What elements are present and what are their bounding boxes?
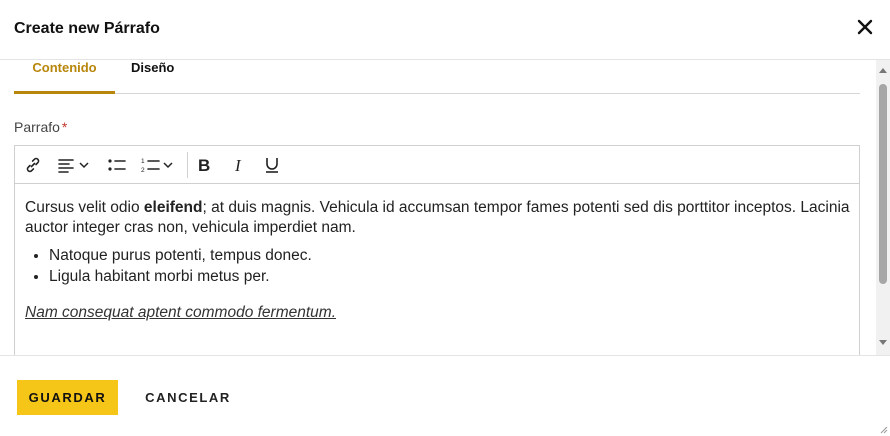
bullet-list-icon bbox=[108, 159, 126, 171]
required-mark: * bbox=[61, 119, 68, 135]
numbered-list-icon: 1 2 bbox=[141, 158, 160, 174]
field-label: Parrafo * bbox=[14, 119, 67, 135]
bold-text: eleifend bbox=[143, 199, 203, 216]
chevron-down-icon bbox=[79, 162, 89, 169]
tab-diseno-label: Diseño bbox=[131, 60, 175, 75]
cancel-button[interactable]: CANCELAR bbox=[133, 380, 243, 415]
numbered-list-dropdown[interactable]: 1 2 bbox=[141, 154, 174, 176]
dialog-header: Create new Párrafo bbox=[0, 0, 890, 60]
svg-text:1: 1 bbox=[141, 158, 145, 165]
underline-button[interactable] bbox=[264, 154, 280, 176]
svg-text:2: 2 bbox=[141, 167, 145, 174]
italic-icon: I bbox=[234, 156, 242, 174]
underline-icon bbox=[266, 158, 278, 173]
dialog: Create new Párrafo Contenido Diseño Parr… bbox=[0, 0, 890, 436]
scroll-down-icon[interactable] bbox=[879, 340, 887, 345]
scrollbar[interactable] bbox=[876, 60, 890, 355]
toolbar-divider bbox=[187, 152, 188, 178]
save-button[interactable]: GUARDAR bbox=[17, 380, 118, 415]
dialog-title: Create new Párrafo bbox=[14, 20, 160, 37]
tab-bar: Contenido Diseño bbox=[14, 60, 860, 94]
align-dropdown[interactable] bbox=[57, 154, 90, 176]
link-icon bbox=[26, 157, 40, 173]
list-item: Natoque purus potenti, tempus donec. bbox=[49, 246, 851, 266]
editor-content[interactable]: Cursus velit odio eleifend; at duis magn… bbox=[25, 198, 851, 331]
scroll-up-icon[interactable] bbox=[879, 68, 887, 73]
bold-button[interactable]: B bbox=[197, 154, 213, 176]
tab-diseno[interactable]: Diseño bbox=[131, 60, 174, 94]
scroll-thumb[interactable] bbox=[879, 84, 887, 284]
rich-text-editor[interactable]: 1 2 B I Cursus velit odio eleifend; at d… bbox=[14, 145, 860, 355]
paragraph-text: Cursus velit odio bbox=[25, 199, 144, 216]
bullet-list-button[interactable] bbox=[107, 154, 127, 176]
link-button[interactable] bbox=[24, 154, 42, 176]
paragraph: Nam consequat aptent commodo fermentum. bbox=[25, 303, 851, 323]
close-icon[interactable] bbox=[856, 18, 874, 36]
tab-contenido-label: Contenido bbox=[32, 60, 97, 75]
svg-text:I: I bbox=[234, 156, 242, 174]
dialog-footer: GUARDAR CANCELAR bbox=[0, 355, 890, 436]
tab-contenido[interactable]: Contenido bbox=[14, 60, 115, 94]
svg-text:B: B bbox=[198, 156, 210, 174]
italic-button[interactable]: I bbox=[233, 154, 247, 176]
resize-grip-icon[interactable] bbox=[880, 426, 888, 434]
editor-toolbar: 1 2 B I bbox=[15, 146, 859, 184]
align-left-icon bbox=[58, 159, 74, 173]
paragraph: Cursus velit odio eleifend; at duis magn… bbox=[25, 198, 851, 238]
field-label-text: Parrafo bbox=[14, 119, 60, 135]
dialog-body: Contenido Diseño Parrafo * 1 2 B I Cursu… bbox=[0, 60, 890, 355]
chevron-down-icon bbox=[163, 162, 173, 169]
list-item: Ligula habitant morbi metus per. bbox=[49, 267, 851, 287]
bullet-list: Natoque purus potenti, tempus donec. Lig… bbox=[25, 246, 851, 287]
italic-underlined-text: Nam consequat aptent commodo fermentum. bbox=[25, 304, 337, 321]
bold-icon: B bbox=[198, 156, 210, 174]
